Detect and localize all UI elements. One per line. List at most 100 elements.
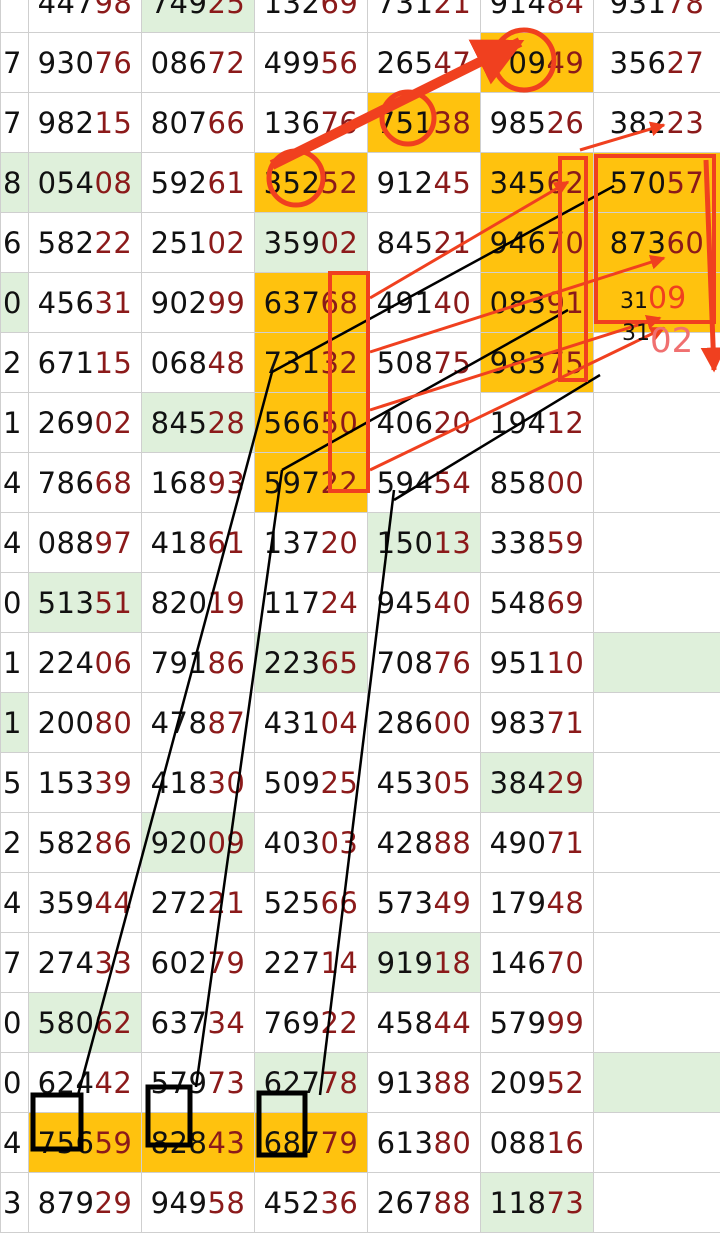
grid-row: 04563190299637684914008391 [1, 273, 720, 333]
cell-tail-digits: 75 [433, 346, 471, 380]
cell-head-digits: 117 [264, 586, 321, 620]
cell-tail-digits: 33 [94, 946, 132, 980]
cell-head-digits: 136 [264, 106, 321, 140]
cell-tail-digits: 03 [320, 826, 358, 860]
cell-tail-digits: 70 [546, 946, 584, 980]
number-cell: 08897 [29, 513, 142, 573]
cell-head-digits: 525 [264, 886, 321, 920]
cell-head-digits: 982 [38, 106, 95, 140]
cell-tail-digits: 13 [433, 526, 471, 560]
number-cell: 40303 [255, 813, 368, 873]
number-cell: 56650 [255, 393, 368, 453]
cell-tail-digits: 99 [207, 286, 245, 320]
cell-head-digits: 359 [38, 886, 95, 920]
grid-row: 43594427221525665734917948 [1, 873, 720, 933]
cell-tail-digits: 25 [320, 766, 358, 800]
grid-row: 12690284528566504062019412 [1, 393, 720, 453]
cell-head-digits: 224 [38, 646, 95, 680]
cell-tail-digits: 70 [546, 226, 584, 260]
cell-tail-digits: 88 [433, 826, 471, 860]
cell-head-digits: 150 [377, 526, 434, 560]
number-cell: 70876 [368, 633, 481, 693]
cell-tail-digits: 88 [433, 1066, 471, 1100]
cell-head-digits: 499 [264, 46, 321, 80]
cell-head-digits: 579 [490, 1006, 547, 1040]
cell-tail-digits: 84 [546, 0, 584, 20]
cell-head-digits: 919 [377, 946, 434, 980]
cell-tail-digits: 28 [207, 406, 245, 440]
number-cell [594, 1053, 720, 1113]
cell-head-digits: 580 [38, 1006, 95, 1040]
number-cell: 60279 [142, 933, 255, 993]
cell-tail-digits: 68 [320, 286, 358, 320]
cell-tail-digits: 38 [433, 106, 471, 140]
cell-tail-digits: 61 [207, 526, 245, 560]
number-cell: 68779 [255, 1113, 368, 1173]
cell-head-digits: 491 [377, 286, 434, 320]
cell-head-digits: 946 [490, 226, 547, 260]
cell-head-digits: 548 [490, 586, 547, 620]
number-cell: 62778 [255, 1053, 368, 1113]
number-cell: 61380 [368, 1113, 481, 1173]
grid-row: 38792994958452362678811873 [1, 1173, 720, 1233]
number-cell: 70949 [481, 33, 594, 93]
cell-tail-digits: 98 [94, 0, 132, 20]
cell-head-digits: 985 [490, 106, 547, 140]
cell-head-digits: 132 [264, 0, 321, 20]
cell-head-digits: 624 [38, 1066, 95, 1100]
row-edge-digit: 2 [1, 333, 29, 393]
number-cell [594, 693, 720, 753]
number-cell: 98526 [481, 93, 594, 153]
cell-tail-digits: 76 [433, 646, 471, 680]
row-edge-digit: 1 [1, 633, 29, 693]
cell-head-digits: 274 [38, 946, 95, 980]
cell-head-digits: 786 [38, 466, 95, 500]
number-cell: 67115 [29, 333, 142, 393]
number-cell: 62442 [29, 1053, 142, 1113]
cell-tail-digits: 27 [666, 46, 704, 80]
cell-head-digits: 582 [38, 226, 95, 260]
cell-head-digits: 406 [377, 406, 434, 440]
cell-tail-digits: 72 [207, 46, 245, 80]
row-edge-digit: 1 [1, 693, 29, 753]
cell-tail-digits: 20 [433, 406, 471, 440]
number-cell: 26547 [368, 33, 481, 93]
number-cell: 84528 [142, 393, 255, 453]
cell-tail-digits: 42 [94, 1066, 132, 1100]
cell-tail-digits: 32 [320, 346, 358, 380]
number-cell: 57973 [142, 1053, 255, 1113]
cell-head-digits: 428 [377, 826, 434, 860]
number-cell: 44798 [29, 0, 142, 33]
cell-tail-digits: 15 [94, 346, 132, 380]
number-cell: 40620 [368, 393, 481, 453]
cell-head-digits: 731 [264, 346, 321, 380]
number-cell: 35902 [255, 213, 368, 273]
number-cell: 63734 [142, 993, 255, 1053]
cell-head-digits: 912 [377, 166, 434, 200]
cell-head-digits: 265 [377, 46, 434, 80]
grid-row: 447987492513269731219148493178 [1, 0, 720, 33]
cell-head-digits: 756 [38, 1126, 95, 1160]
number-cell: 45844 [368, 993, 481, 1053]
number-cell: 35627 [594, 33, 720, 93]
number-cell [594, 633, 720, 693]
number-cell: 85800 [481, 453, 594, 513]
number-cell [594, 753, 720, 813]
cell-tail-digits: 44 [94, 886, 132, 920]
number-cell: 13720 [255, 513, 368, 573]
number-cell: 91484 [481, 0, 594, 33]
cell-tail-digits: 22 [320, 466, 358, 500]
grid-row: 05806263734769224584457999 [1, 993, 720, 1053]
row-edge-digit: 0 [1, 993, 29, 1053]
cell-head-digits: 227 [264, 946, 321, 980]
cell-head-digits: 179 [490, 886, 547, 920]
number-cell: 98371 [481, 693, 594, 753]
cell-tail-digits: 50 [320, 406, 358, 440]
cell-tail-digits: 79 [320, 1126, 358, 1160]
cell-tail-digits: 19 [207, 586, 245, 620]
cell-head-digits: 951 [490, 646, 547, 680]
grid-row: 7982158076613676751389852638223 [1, 93, 720, 153]
cell-tail-digits: 62 [546, 166, 584, 200]
cell-head-digits: 272 [151, 886, 208, 920]
grid-row: 25828692009403034288849071 [1, 813, 720, 873]
